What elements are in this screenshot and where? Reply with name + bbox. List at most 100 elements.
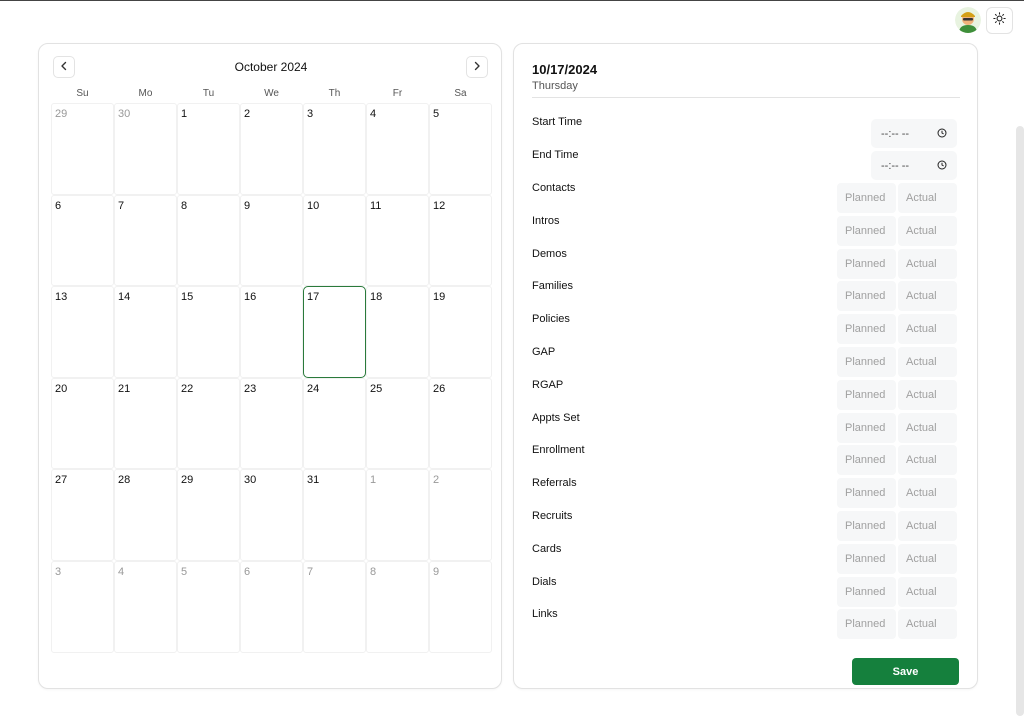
calendar-day[interactable]: 20 [51, 377, 114, 470]
metric-label: Families [532, 280, 573, 293]
actual-input[interactable]: Actual [898, 445, 957, 476]
calendar-day[interactable]: 5 [177, 560, 240, 653]
calendar-day[interactable]: 22 [177, 377, 240, 470]
calendar-day[interactable]: 4 [366, 103, 429, 195]
metric-label: Appts Set [532, 411, 580, 424]
calendar-day[interactable]: 16 [240, 286, 303, 378]
theme-toggle-button[interactable] [986, 7, 1013, 34]
calendar-day[interactable]: 6 [240, 560, 303, 653]
clock-icon[interactable] [937, 128, 947, 141]
calendar-day[interactable]: 26 [429, 377, 492, 470]
actual-input[interactable]: Actual [898, 248, 957, 279]
calendar-day[interactable]: 1 [366, 469, 429, 561]
month-title: October 2024 [234, 60, 308, 74]
weekday-label: Su [76, 88, 89, 99]
planned-input[interactable]: Planned [837, 215, 896, 246]
planned-input[interactable]: Planned [837, 281, 896, 312]
actual-input[interactable]: Actual [898, 609, 957, 640]
metric-label: Demos [532, 247, 567, 260]
actual-input[interactable]: Actual [898, 281, 957, 312]
top-border [0, 0, 1024, 1]
planned-input[interactable]: Planned [837, 314, 896, 345]
calendar-day[interactable]: 3 [51, 560, 114, 653]
weekday-label: Mo [138, 88, 153, 99]
actual-input[interactable]: Actual [898, 576, 957, 607]
weekday-label: Sa [454, 88, 467, 99]
calendar-day[interactable]: 2 [240, 103, 303, 195]
actual-input[interactable]: Actual [898, 314, 957, 345]
metric-label: Policies [532, 313, 570, 326]
calendar-day[interactable]: 30 [114, 103, 177, 195]
calendar-day[interactable]: 2 [429, 469, 492, 561]
weekday-label: Th [328, 88, 341, 99]
calendar-day[interactable]: 30 [240, 469, 303, 561]
calendar-day[interactable]: 6 [51, 194, 114, 287]
calendar-day[interactable]: 24 [303, 377, 366, 470]
planned-input[interactable]: Planned [837, 248, 896, 279]
planned-input[interactable]: Planned [837, 511, 896, 541]
actual-input[interactable]: Actual [898, 347, 957, 377]
calendar-day[interactable]: 7 [114, 194, 177, 287]
calendar-day-selected[interactable]: 17 [303, 286, 366, 378]
page-scrollbar[interactable] [1016, 126, 1024, 716]
calendar-day[interactable]: 5 [429, 103, 492, 195]
planned-input[interactable]: Planned [837, 543, 896, 574]
calendar-day[interactable]: 9 [429, 560, 492, 653]
calendar-day[interactable]: 13 [51, 286, 114, 378]
start-time-input[interactable]: --:-- -- [871, 119, 957, 148]
calendar-day[interactable]: 19 [429, 286, 492, 378]
planned-input[interactable]: Planned [837, 412, 896, 443]
actual-input[interactable]: Actual [898, 215, 957, 246]
planned-input[interactable]: Planned [837, 576, 896, 607]
actual-input[interactable]: Actual [898, 511, 957, 541]
calendar-day[interactable]: 27 [51, 469, 114, 561]
end-time-input[interactable]: --:-- -- [871, 151, 957, 180]
calendar-day[interactable]: 10 [303, 194, 366, 287]
planned-input[interactable]: Planned [837, 379, 896, 410]
planned-input[interactable]: Planned [837, 478, 896, 509]
start-time-label: Start Time [532, 116, 583, 128]
calendar-day[interactable]: 29 [51, 103, 114, 195]
weekday-label: We [264, 88, 279, 99]
time-placeholder: --:-- -- [881, 127, 910, 140]
metric-label: Dials [532, 575, 557, 588]
planned-input[interactable]: Planned [837, 183, 896, 213]
calendar-day[interactable]: 25 [366, 377, 429, 470]
calendar-day[interactable]: 15 [177, 286, 240, 378]
calendar-day[interactable]: 8 [366, 560, 429, 653]
end-time-label: End Time [532, 149, 579, 161]
actual-input[interactable]: Actual [898, 478, 957, 509]
calendar-day[interactable]: 29 [177, 469, 240, 561]
calendar-day[interactable]: 8 [177, 194, 240, 287]
calendar-day[interactable]: 7 [303, 560, 366, 653]
planned-input[interactable]: Planned [837, 609, 896, 640]
calendar-day[interactable]: 18 [366, 286, 429, 378]
sun-icon [993, 11, 1006, 30]
next-month-button[interactable] [466, 56, 488, 78]
calendar-grid: 29 30 1 2 3 4 5 6 7 8 9 10 11 12 13 14 15 16 17 18 19 20 21 22 2… [51, 103, 492, 653]
planned-input[interactable]: Planned [837, 347, 896, 377]
calendar-day[interactable]: 28 [114, 469, 177, 561]
calendar-day[interactable]: 23 [240, 377, 303, 470]
actual-input[interactable]: Actual [898, 379, 957, 410]
calendar-day[interactable]: 4 [114, 560, 177, 653]
actual-input[interactable]: Actual [898, 183, 957, 213]
calendar-day[interactable]: 31 [303, 469, 366, 561]
save-button[interactable]: Save [852, 658, 959, 685]
calendar-day[interactable]: 11 [366, 194, 429, 287]
divider [532, 97, 960, 98]
calendar-day[interactable]: 9 [240, 194, 303, 287]
planned-input[interactable]: Planned [837, 445, 896, 476]
metric-label: Intros [532, 214, 560, 227]
calendar-day[interactable]: 1 [177, 103, 240, 195]
calendar-day[interactable]: 3 [303, 103, 366, 195]
calendar-day[interactable]: 12 [429, 194, 492, 287]
user-avatar[interactable] [955, 7, 981, 33]
calendar-day[interactable]: 21 [114, 377, 177, 470]
actual-input[interactable]: Actual [898, 543, 957, 574]
selected-weekday: Thursday [532, 80, 578, 92]
calendar-day[interactable]: 14 [114, 286, 177, 378]
clock-icon[interactable] [937, 160, 947, 173]
metric-label: GAP [532, 346, 556, 358]
actual-input[interactable]: Actual [898, 412, 957, 443]
